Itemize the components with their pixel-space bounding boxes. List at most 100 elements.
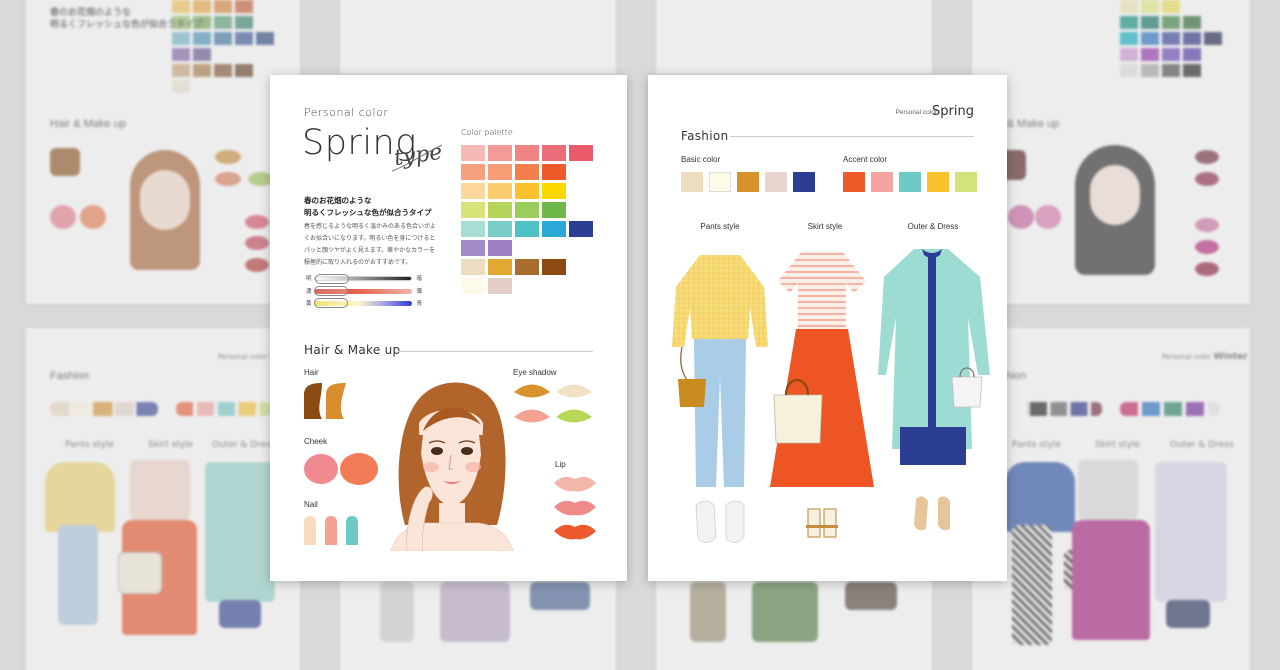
section-divider (730, 136, 974, 137)
palette-swatch (515, 164, 539, 180)
scale-indicator (314, 285, 348, 296)
palette-swatch (569, 145, 593, 161)
palette-swatch (461, 202, 485, 218)
palette-swatch (461, 259, 485, 275)
bg-sheet (340, 0, 616, 74)
scale-bar (314, 273, 412, 284)
color-palette-label: Color palette (461, 128, 513, 137)
color-palette-grid (461, 145, 593, 294)
scale-left-label: 濃 (306, 289, 312, 295)
palette-swatch (569, 278, 593, 294)
scale-temperature: 黄 青 (306, 297, 422, 308)
eye-shadow-label: Eye shadow (513, 368, 557, 377)
color-swatch (681, 172, 703, 192)
hair-label: Hair (304, 368, 319, 377)
palette-swatch (542, 164, 566, 180)
palette-swatch (542, 278, 566, 294)
palette-swatch (569, 183, 593, 199)
scale-indicator (315, 273, 349, 284)
palette-swatch (515, 259, 539, 275)
fashion-title: Fashion (681, 129, 729, 143)
headline-line1: 春のお花畑のような (304, 196, 372, 205)
palette-swatch (542, 259, 566, 275)
palette-swatch (461, 278, 485, 294)
lip-label: Lip (555, 460, 566, 469)
pants-style-label: Pants style (700, 222, 740, 231)
palette-swatch (488, 164, 512, 180)
lip-swatches (554, 476, 596, 540)
scale-bar (314, 297, 412, 308)
palette-swatch (461, 145, 485, 161)
scale-left-label: 明 (306, 276, 312, 282)
scale-right-label: 青 (416, 301, 422, 307)
scale-right-label: 暗 (416, 276, 422, 282)
color-swatch (843, 172, 865, 192)
scale-indicator (314, 297, 348, 308)
face-illustration (390, 382, 514, 551)
palette-swatch (488, 183, 512, 199)
palette-swatch (488, 202, 512, 218)
scale-right-label: 薄 (416, 289, 422, 295)
palette-swatch (488, 145, 512, 161)
scale-brightness: 明 暗 (306, 273, 422, 284)
skirt-outfit-illustration (770, 251, 874, 538)
personal-color-label: Personal color (304, 106, 389, 119)
color-swatch (955, 172, 977, 192)
skirt-style-label: Skirt style (807, 222, 843, 231)
palette-swatch (461, 240, 485, 256)
scale-left-label: 黄 (306, 301, 312, 307)
nail-label: Nail (304, 500, 318, 509)
section-divider (398, 351, 593, 352)
palette-swatch (461, 221, 485, 237)
spring-fashion-card: Personal color Spring Fashion Basic colo… (648, 75, 1007, 581)
palette-swatch (569, 164, 593, 180)
hair-makeup-title: Hair & Make up (304, 343, 401, 357)
palette-swatch (569, 202, 593, 218)
palette-swatch (569, 259, 593, 275)
palette-swatch (461, 183, 485, 199)
color-swatch (927, 172, 949, 192)
basic-color-swatches (681, 172, 815, 192)
color-swatch (899, 172, 921, 192)
hair-swatches (304, 383, 346, 419)
swash-decoration (391, 144, 443, 172)
palette-swatch (515, 145, 539, 161)
accent-color-swatches (843, 172, 977, 192)
basic-color-label: Basic color (681, 155, 721, 164)
palette-swatch (515, 202, 539, 218)
palette-swatch (542, 145, 566, 161)
color-swatch (871, 172, 893, 192)
season-title: Spring (932, 104, 974, 119)
color-swatch (709, 172, 731, 192)
outer-dress-illustration (878, 249, 990, 531)
color-swatch (793, 172, 815, 192)
nail-swatches (304, 516, 358, 545)
color-swatch (765, 172, 787, 192)
spring-color-card: Personal color Spring type 春のお花畑のような 明るく… (270, 75, 627, 581)
palette-swatch (515, 278, 539, 294)
palette-swatch (542, 183, 566, 199)
palette-swatch (542, 202, 566, 218)
outer-dress-label: Outer & Dress (907, 222, 959, 231)
background-sheets: Hair & Make up 春のお花畑のような 明るくフレッシュな色が似合うタ… (0, 0, 1280, 670)
accent-color-label: Accent color (843, 155, 888, 164)
palette-swatch (488, 259, 512, 275)
palette-swatch (542, 240, 566, 256)
description: 春を感じるような明るく温かみのある色合いがよくお似合いになります。明るい色を身に… (304, 223, 436, 266)
scale-bar (314, 285, 412, 296)
cheek-swatches (304, 453, 378, 485)
palette-swatch (542, 221, 566, 237)
cheek-label: Cheek (304, 437, 328, 446)
palette-swatch (488, 240, 512, 256)
personal-color-label: Personal color (895, 109, 937, 116)
bg-sheet (656, 0, 932, 74)
palette-swatch (569, 240, 593, 256)
palette-swatch (461, 164, 485, 180)
headline-line2: 明るくフレッシュな色が似合うタイプ (304, 208, 432, 217)
scale-saturation: 濃 薄 (306, 285, 422, 296)
palette-swatch (515, 240, 539, 256)
palette-swatch (515, 221, 539, 237)
palette-swatch (515, 183, 539, 199)
palette-swatch (488, 221, 512, 237)
color-swatch (737, 172, 759, 192)
